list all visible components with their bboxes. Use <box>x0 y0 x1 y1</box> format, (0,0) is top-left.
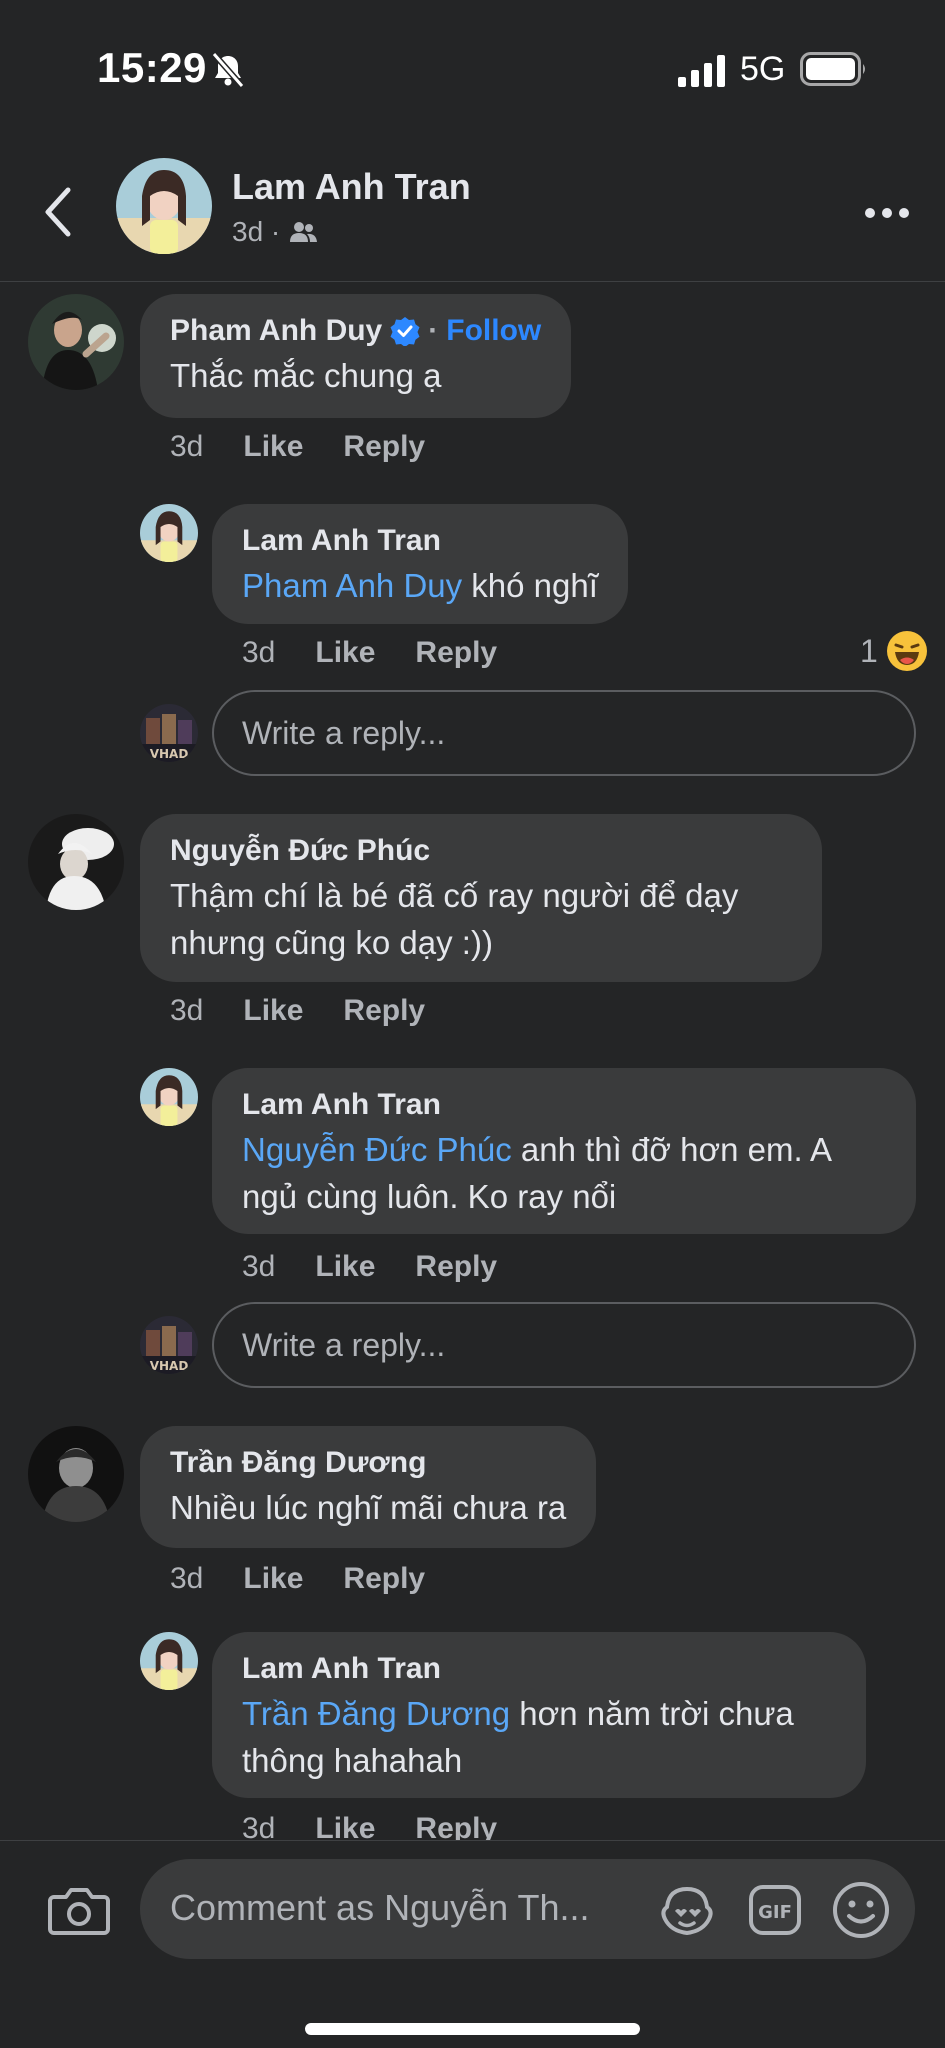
reply-placeholder: Write a reply... <box>242 714 446 751</box>
comment-author[interactable]: Nguyễn Đức Phúc <box>170 832 792 870</box>
signal-icon <box>678 55 725 87</box>
reply-time: 3d <box>242 1250 276 1283</box>
svg-text:GIF: GIF <box>758 1902 792 1923</box>
like-button[interactable]: Like <box>315 636 375 670</box>
home-indicator <box>305 2023 640 2035</box>
reply-text: khó nghĩ <box>462 567 598 604</box>
reply-button[interactable]: Reply <box>343 1562 425 1596</box>
avatar[interactable] <box>140 1068 198 1126</box>
comment-actions: 3d Like Reply <box>170 994 425 1028</box>
avatar[interactable] <box>140 504 198 562</box>
comment-actions: 3d Like Reply <box>170 430 425 464</box>
comment-bubble: Pham Anh Duy · Follow Thắc mắc chung ạ <box>140 294 572 418</box>
reply-button[interactable]: Reply <box>415 636 497 670</box>
comment-bubble: Trần Đăng Dương Nhiều lúc nghĩ mãi chưa … <box>140 1426 597 1548</box>
friends-icon <box>290 222 318 242</box>
comment-author[interactable]: Trần Đăng Dương <box>170 1444 566 1482</box>
reply-time: 3d <box>242 636 276 669</box>
comment-placeholder: Comment as Nguyễn Th... <box>170 1887 590 1928</box>
reply-placeholder: Write a reply... <box>242 1326 446 1363</box>
more-horizontal-icon[interactable] <box>862 198 912 228</box>
avatar-sticker-icon[interactable] <box>658 1881 716 1939</box>
reply-button[interactable]: Reply <box>343 430 425 464</box>
verified-badge-icon <box>390 317 420 346</box>
avatar[interactable] <box>28 1426 124 1522</box>
like-button[interactable]: Like <box>243 1562 303 1596</box>
avatar[interactable] <box>28 814 124 910</box>
reaction-summary[interactable]: 1 <box>860 630 928 672</box>
chevron-left-icon[interactable] <box>38 182 78 242</box>
reply-actions: 3d Like Reply <box>242 636 497 670</box>
reply-button[interactable]: Reply <box>343 994 425 1028</box>
comment-time: 3d <box>170 994 204 1027</box>
separator-dot: · <box>428 314 439 347</box>
status-bar: 15:29 5G <box>0 0 945 120</box>
comment-text: Thắc mắc chung ạ <box>170 357 442 394</box>
comment-actions: 3d Like Reply <box>170 1562 425 1596</box>
reply-bubble: Lam Anh Tran Pham Anh Duy khó nghĩ <box>212 504 628 624</box>
camera-icon[interactable] <box>46 1877 112 1943</box>
comment-author[interactable]: Pham Anh Duy <box>170 312 382 350</box>
comment-time: 3d <box>170 430 204 463</box>
gif-icon[interactable]: GIF <box>746 1881 804 1939</box>
network-type: 5G <box>740 50 786 88</box>
comment-bubble: Nguyễn Đức Phúc Thậm chí là bé đã cố ray… <box>140 814 822 982</box>
comment-text: Nhiều lúc nghĩ mãi chưa ra <box>170 1489 567 1526</box>
reply-author[interactable]: Lam Anh Tran <box>242 522 598 560</box>
post-meta: 3d · <box>232 216 318 248</box>
reply-input[interactable]: Write a reply... <box>212 690 916 776</box>
reply-actions: 3d Like Reply <box>242 1250 497 1284</box>
mention-link[interactable]: Trần Đăng Dương <box>242 1695 510 1732</box>
reply-author[interactable]: Lam Anh Tran <box>242 1650 836 1688</box>
svg-text:VHAD: VHAD <box>150 1359 189 1373</box>
post-header: Lam Anh Tran 3d · <box>0 140 945 282</box>
haha-reaction-icon <box>886 631 927 671</box>
avatar: VHAD <box>140 704 198 762</box>
reply-button[interactable]: Reply <box>415 1250 497 1284</box>
battery-icon <box>800 52 865 86</box>
status-time: 15:29 <box>97 44 207 91</box>
mention-link[interactable]: Pham Anh Duy <box>242 567 462 604</box>
reply-author[interactable]: Lam Anh Tran <box>242 1086 886 1124</box>
mention-link[interactable]: Nguyễn Đức Phúc <box>242 1131 512 1168</box>
avatar[interactable] <box>28 294 124 390</box>
post-author-name[interactable]: Lam Anh Tran <box>232 166 471 208</box>
reply-input[interactable]: Write a reply... <box>212 1302 916 1388</box>
svg-text:VHAD: VHAD <box>150 747 189 761</box>
comment-input[interactable]: Comment as Nguyễn Th... GIF <box>140 1859 915 1959</box>
bell-slash-icon <box>211 52 245 88</box>
comment-time: 3d <box>170 1562 204 1595</box>
reply-bubble: Lam Anh Tran Nguyễn Đức Phúc anh thì đỡ … <box>212 1068 916 1234</box>
like-button[interactable]: Like <box>243 994 303 1028</box>
follow-button[interactable]: Follow <box>446 312 541 350</box>
post-time: 3d · <box>232 216 281 247</box>
like-button[interactable]: Like <box>315 1250 375 1284</box>
like-button[interactable]: Like <box>243 430 303 464</box>
avatar[interactable] <box>140 1632 198 1690</box>
comment-text: Thậm chí là bé đã cố ray người để dạy nh… <box>170 877 739 961</box>
avatar: VHAD <box>140 1316 198 1374</box>
reaction-count: 1 <box>860 632 878 669</box>
avatar[interactable] <box>116 158 212 254</box>
emoji-icon[interactable] <box>830 1879 892 1941</box>
reply-bubble: Lam Anh Tran Trần Đăng Dương hơn năm trờ… <box>212 1632 866 1798</box>
comment-composer: Comment as Nguyễn Th... GIF <box>0 1840 945 2048</box>
